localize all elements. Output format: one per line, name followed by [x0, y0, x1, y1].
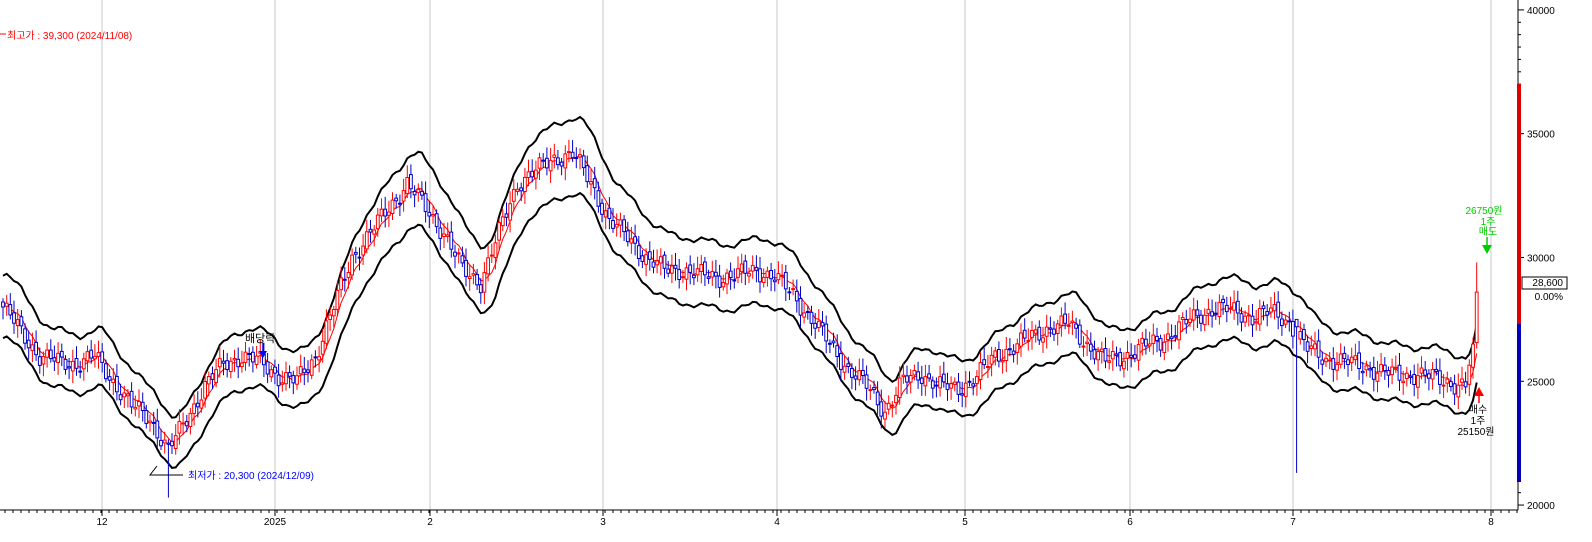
x-tick-label: 2025	[264, 517, 287, 528]
x-tick-label: 6	[1127, 517, 1133, 528]
current-price-label: 28,600	[1532, 278, 1563, 289]
x-tick-label: 8	[1488, 517, 1494, 528]
price-chart-svg[interactable]: 2000025000300003500040000 12 2025 2 3 4 5 6 7 8 …	[0, 0, 1592, 537]
price-range-bar-upper	[1517, 84, 1521, 324]
current-price-box: 28,600 0.00%	[1521, 276, 1568, 303]
stock-chart[interactable]: 20000 25000 30000 35000 40000 12 2025 2 3 4 5 6 7 8 …	[0, 0, 1592, 537]
price-range-bar-lower	[1517, 324, 1521, 482]
buy-qty-label: 1주	[1471, 416, 1486, 427]
y-axis: 20000 25000 30000 35000 40000	[1517, 0, 1555, 512]
x-tick-label: 3	[600, 517, 606, 528]
y-tick-label: 20000	[1527, 501, 1555, 512]
y-tick-label: 30000	[1527, 253, 1555, 264]
sell-price-label: 26750원	[1465, 205, 1502, 217]
buy-price-label: 25150원	[1457, 426, 1494, 438]
change-pct-label: 0.00%	[1535, 292, 1563, 303]
x-tick-label: 12	[96, 517, 108, 528]
dividend-label: 배당락	[245, 332, 275, 345]
y-tick-label: 35000	[1527, 130, 1555, 141]
x-axis: 12 2025 2 3 4 5 6 7 8	[0, 509, 1592, 537]
x-tick-label: 2	[427, 517, 433, 528]
low-price-note: 최저가 : 20,300 (2024/12/09)	[188, 470, 314, 482]
buy-action-label: 매수	[1469, 404, 1487, 416]
y-tick-label: 40000	[1527, 6, 1555, 17]
plot-background	[0, 0, 1518, 510]
sell-action-label: 매도	[1479, 226, 1497, 238]
y-tick-label: 25000	[1527, 377, 1555, 388]
x-tick-label: 4	[774, 517, 780, 528]
high-annotation: 최고가 : 39,300 (2024/11/08)	[0, 30, 132, 42]
x-tick-label: 7	[1290, 517, 1296, 528]
high-price-note: 최고가 : 39,300 (2024/11/08)	[7, 30, 132, 42]
x-tick-label: 5	[962, 517, 968, 528]
